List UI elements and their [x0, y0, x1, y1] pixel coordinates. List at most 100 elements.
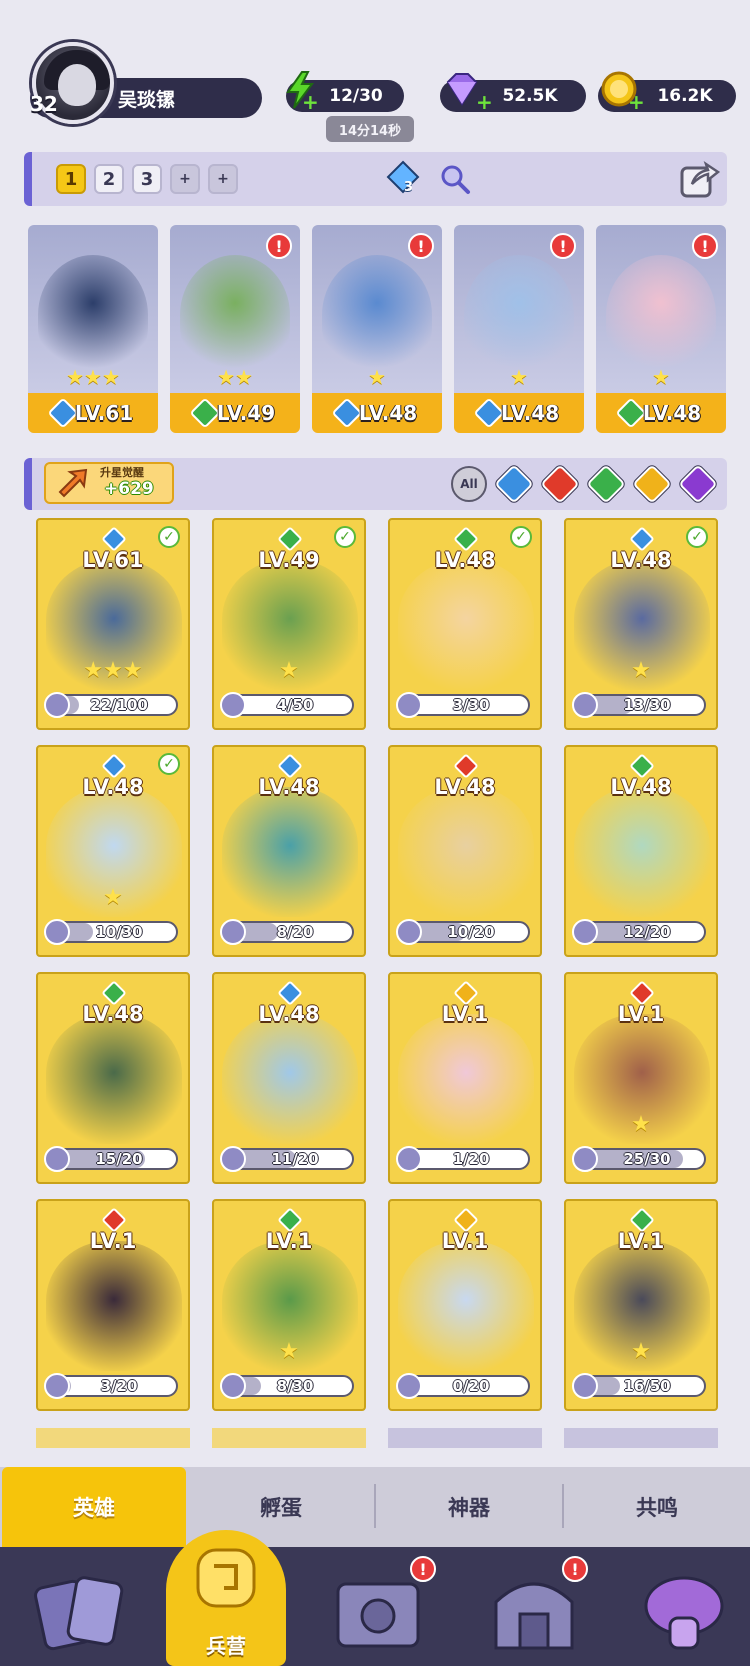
team-hero-card[interactable]: ★ LV.48! — [454, 225, 584, 433]
hero-level: LV.1 — [89, 1229, 137, 1253]
hero-level: LV.1 — [441, 1229, 489, 1253]
upgrade-arrow-icon — [58, 468, 88, 498]
hero-card[interactable]: LV.49 ✓ ★ 4/50 — [212, 518, 366, 730]
team-hero-card[interactable]: ★ LV.48! — [312, 225, 442, 433]
hero-level: LV.48 — [434, 548, 496, 572]
hero-portrait — [180, 255, 290, 375]
hero-card-partial — [564, 1428, 718, 1448]
hero-card[interactable]: LV.48 12/20 — [564, 745, 718, 957]
hero-level: LV.1 — [441, 1002, 489, 1026]
awaken-title: 升星觉醒 — [100, 466, 144, 479]
team-slot-add-2[interactable]: + — [208, 164, 238, 194]
hero-card[interactable]: LV.61 ✓ ★★★ 22/100 — [36, 518, 190, 730]
hero-portrait — [398, 560, 534, 690]
hero-stars: ★ — [631, 658, 651, 683]
hero-card[interactable]: LV.48 ✓ ★ 13/30 — [564, 518, 718, 730]
hero-card[interactable]: LV.1 0/20 — [388, 1199, 542, 1411]
hero-level: LV.1 — [265, 1229, 313, 1253]
search-icon[interactable] — [438, 162, 472, 196]
hero-level: LV.61 — [74, 401, 134, 425]
element-crystal-icon[interactable] — [386, 160, 420, 196]
hero-stars: ★★★ — [66, 365, 120, 389]
hero-stars: ★ — [368, 365, 386, 389]
check-icon: ✓ — [334, 526, 356, 548]
shard-icon — [572, 1373, 598, 1399]
team-hero-card[interactable]: ★ LV.48! — [596, 225, 726, 433]
hero-level: LV.48 — [258, 1002, 320, 1026]
shard-progress: 10/20 — [447, 923, 495, 941]
hero-level: LV.48 — [610, 775, 672, 799]
hero-level: LV.48 — [500, 401, 560, 425]
hero-level: LV.48 — [258, 775, 320, 799]
awaken-value: +629 — [104, 479, 154, 499]
shard-icon — [572, 1146, 598, 1172]
map-book-nav-icon[interactable] — [330, 1572, 426, 1656]
hero-level: LV.49 — [216, 401, 276, 425]
hero-card[interactable]: LV.48 10/20 — [388, 745, 542, 957]
shard-progress: 3/30 — [452, 696, 490, 714]
add-gold-icon[interactable]: + — [628, 92, 645, 112]
hero-card[interactable]: LV.48 8/20 — [212, 745, 366, 957]
hero-card[interactable]: LV.48 15/20 — [36, 972, 190, 1184]
hero-level: LV.49 — [258, 548, 320, 572]
shard-progress: 16/50 — [623, 1377, 671, 1395]
cards-nav-icon[interactable] — [30, 1570, 130, 1656]
shard-progress: 0/20 — [452, 1377, 490, 1395]
mushroom-nav-icon[interactable] — [636, 1568, 732, 1656]
hero-card[interactable]: LV.48 11/20 — [212, 972, 366, 1184]
shard-icon — [572, 692, 598, 718]
alert-icon: ! — [408, 233, 434, 259]
shard-progress: 15/20 — [95, 1150, 143, 1168]
hero-card[interactable]: LV.1 3/20 — [36, 1199, 190, 1411]
hero-card[interactable]: LV.48 ✓ 3/30 — [388, 518, 542, 730]
tab-resonance[interactable]: 共鸣 — [564, 1467, 750, 1547]
hero-card[interactable]: LV.1 ★ 8/30 — [212, 1199, 366, 1411]
hero-portrait — [46, 1014, 182, 1144]
filter-all-button[interactable]: All — [451, 466, 487, 502]
hero-card[interactable]: LV.1 1/20 — [388, 972, 542, 1184]
hero-portrait — [222, 1014, 358, 1144]
hero-level: LV.48 — [642, 401, 702, 425]
shard-icon — [44, 919, 70, 945]
shard-icon — [44, 1373, 70, 1399]
shard-icon — [220, 919, 246, 945]
shard-progress: 13/30 — [623, 696, 671, 714]
team-hero-card[interactable]: ★★★ LV.61 — [28, 225, 158, 433]
hero-stars: ★★ — [217, 365, 253, 389]
shard-icon — [572, 919, 598, 945]
shard-icon — [396, 1146, 422, 1172]
tab-heroes[interactable]: 英雄 — [2, 1467, 186, 1547]
team-slot-2[interactable]: 2 — [94, 164, 124, 194]
check-icon: ✓ — [158, 526, 180, 548]
hero-card[interactable]: LV.48 ✓ ★ 10/30 — [36, 745, 190, 957]
map-alert-icon: ! — [410, 1556, 436, 1582]
share-icon[interactable] — [678, 158, 720, 200]
team-hero-card[interactable]: ★★ LV.49! — [170, 225, 300, 433]
hero-portrait — [398, 787, 534, 917]
hero-stars: ★ — [103, 885, 123, 910]
add-energy-icon[interactable]: + — [302, 92, 319, 112]
hero-card[interactable]: LV.1 ★ 16/50 — [564, 1199, 718, 1411]
add-gems-icon[interactable]: + — [476, 92, 493, 112]
hero-level: LV.61 — [82, 548, 144, 572]
shard-progress: 8/30 — [276, 1377, 314, 1395]
player-level: 32 — [30, 92, 58, 116]
hero-level: LV.48 — [358, 401, 418, 425]
hero-portrait — [322, 255, 432, 375]
hero-card[interactable]: LV.1 ★ 25/30 — [564, 972, 718, 1184]
hero-stars: ★ — [652, 365, 670, 389]
team-slot-add-1[interactable]: + — [170, 164, 200, 194]
hero-level: LV.48 — [610, 548, 672, 572]
hero-stars: ★ — [510, 365, 528, 389]
team-slot-3[interactable]: 3 — [132, 164, 162, 194]
shard-progress: 4/50 — [276, 696, 314, 714]
team-slot-1[interactable]: 1 — [56, 164, 86, 194]
hero-stars: ★ — [279, 658, 299, 683]
hero-portrait — [574, 787, 710, 917]
shard-icon — [220, 1373, 246, 1399]
shard-icon — [44, 1146, 70, 1172]
shard-progress: 3/20 — [100, 1377, 138, 1395]
tab-artifact[interactable]: 神器 — [376, 1467, 562, 1547]
shard-icon — [396, 919, 422, 945]
temple-nav-icon[interactable] — [486, 1568, 582, 1656]
